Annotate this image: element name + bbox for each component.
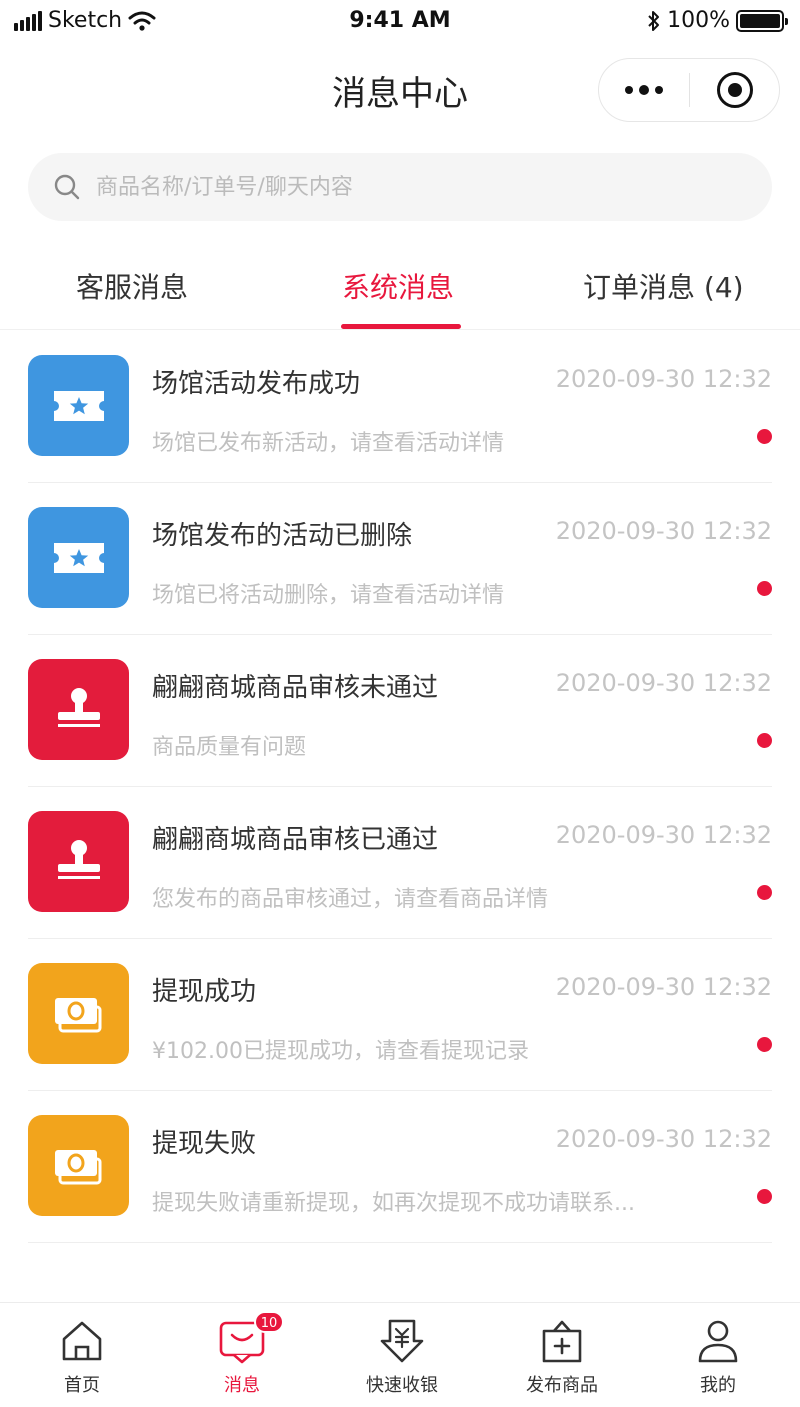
unread-dot xyxy=(757,1189,772,1204)
bluetooth-icon xyxy=(648,10,660,31)
bottom-tab-bar: 首页 10 消息 快速收银 发布商品 我的 xyxy=(0,1302,800,1407)
tabbar-item-publish[interactable]: 发布商品 xyxy=(482,1315,642,1397)
publish-icon xyxy=(542,1320,582,1363)
message-desc: 场馆已将活动删除，请查看活动详情 xyxy=(152,583,505,608)
unread-dot xyxy=(757,1037,772,1052)
unread-dot xyxy=(757,885,772,900)
miniprogram-capsule xyxy=(598,58,780,122)
message-time: 2020-09-30 12:32 xyxy=(555,1125,772,1153)
message-title: 翩翩商城商品审核已通过 xyxy=(152,825,439,855)
profile-icon xyxy=(698,1320,738,1363)
list-item[interactable]: 翩翩商城商品审核已通过 2020-09-30 12:32 您发布的商品审核通过，… xyxy=(0,787,800,939)
message-desc: ¥102.00已提现成功，请查看提现记录 xyxy=(152,1039,529,1064)
unread-badge: 10 xyxy=(254,1311,284,1333)
status-right: 100% xyxy=(647,8,788,33)
message-title: 提现成功 xyxy=(152,977,257,1007)
message-time: 2020-09-30 12:32 xyxy=(555,669,772,697)
message-list: 场馆活动发布成功 2020-09-30 12:32 场馆已发布新活动，请查看活动… xyxy=(0,331,800,1243)
stamp-icon xyxy=(28,811,129,912)
money-icon xyxy=(28,963,129,1064)
status-bar: Sketch 9:41 AM 100% xyxy=(0,0,800,46)
list-item[interactable]: 提现成功 2020-09-30 12:32 ¥102.00已提现成功，请查看提现… xyxy=(0,939,800,1091)
ticket-icon xyxy=(28,355,129,456)
search-input[interactable] xyxy=(96,174,696,200)
unread-dot xyxy=(757,581,772,596)
message-tabs: 客服消息 系统消息 订单消息 (4) xyxy=(0,250,800,330)
active-tab-indicator xyxy=(341,324,461,329)
tab-system[interactable]: 系统消息 xyxy=(342,266,454,306)
tabbar-label: 我的 xyxy=(700,1375,736,1396)
list-item[interactable]: 场馆发布的活动已删除 2020-09-30 12:32 场馆已将活动删除，请查看… xyxy=(0,483,800,635)
unread-dot xyxy=(757,429,772,444)
message-desc: 您发布的商品审核通过，请查看商品详情 xyxy=(152,887,549,912)
list-item[interactable]: 提现失败 2020-09-30 12:32 提现失败请重新提现，如再次提现不成功… xyxy=(0,1091,800,1243)
tabbar-item-home[interactable]: 首页 xyxy=(2,1315,162,1397)
message-desc: 商品质量有问题 xyxy=(152,735,307,760)
tab-orders[interactable]: 订单消息 (4) xyxy=(583,266,744,306)
search-icon xyxy=(54,174,80,200)
cashier-icon xyxy=(380,1319,424,1363)
tabbar-label: 消息 xyxy=(224,1375,260,1396)
tabbar-label: 首页 xyxy=(64,1375,100,1396)
tabbar-item-cashier[interactable]: 快速收银 xyxy=(322,1315,482,1397)
home-icon xyxy=(62,1321,102,1361)
message-title: 提现失败 xyxy=(152,1129,257,1159)
close-miniprogram-button[interactable] xyxy=(690,59,779,121)
tabbar-item-profile[interactable]: 我的 xyxy=(638,1315,798,1397)
target-icon xyxy=(716,72,753,108)
message-desc: 提现失败请重新提现，如再次提现不成功请联系... xyxy=(152,1191,635,1216)
money-icon xyxy=(28,1115,129,1216)
message-time: 2020-09-30 12:32 xyxy=(555,973,772,1001)
stamp-icon xyxy=(28,659,129,760)
battery-percent: 100% xyxy=(667,8,730,33)
unread-dot xyxy=(757,733,772,748)
message-desc: 场馆已发布新活动，请查看活动详情 xyxy=(152,431,505,456)
more-button[interactable] xyxy=(599,59,689,121)
tabbar-label: 快速收银 xyxy=(366,1375,438,1396)
message-time: 2020-09-30 12:32 xyxy=(555,821,772,849)
message-time: 2020-09-30 12:32 xyxy=(555,517,772,545)
ticket-icon xyxy=(28,507,129,608)
tabbar-label: 发布商品 xyxy=(526,1375,598,1396)
message-title: 场馆活动发布成功 xyxy=(152,369,361,399)
message-title: 场馆发布的活动已删除 xyxy=(152,521,413,551)
message-time: 2020-09-30 12:32 xyxy=(555,365,772,393)
search-bar[interactable] xyxy=(28,153,772,221)
list-item[interactable]: 翩翩商城商品审核未通过 2020-09-30 12:32 商品质量有问题 xyxy=(0,635,800,787)
list-item[interactable]: 场馆活动发布成功 2020-09-30 12:32 场馆已发布新活动，请查看活动… xyxy=(0,331,800,483)
message-title: 翩翩商城商品审核未通过 xyxy=(152,673,439,703)
tabbar-item-messages[interactable]: 10 消息 xyxy=(162,1311,322,1397)
battery-icon xyxy=(736,9,788,32)
tab-customer-service[interactable]: 客服消息 xyxy=(76,266,188,306)
